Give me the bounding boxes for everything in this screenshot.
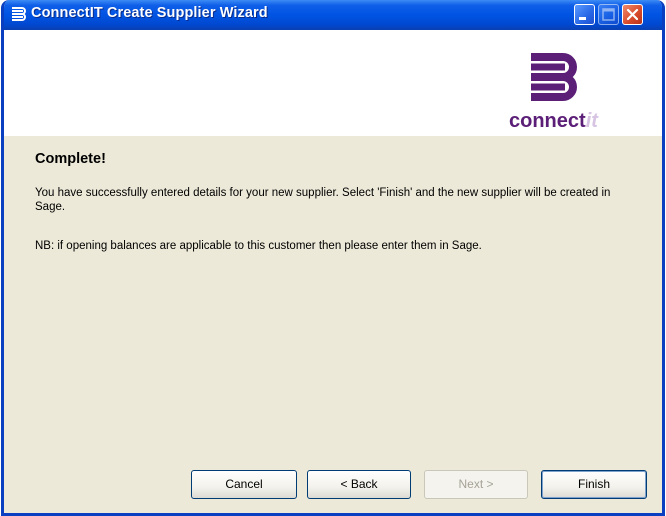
close-icon bbox=[626, 8, 639, 21]
window-title: ConnectIT Create Supplier Wizard bbox=[31, 5, 268, 21]
cancel-button[interactable]: Cancel bbox=[191, 470, 297, 499]
wizard-header: connectit bbox=[4, 30, 662, 136]
finish-button[interactable]: Finish bbox=[541, 470, 647, 499]
app-icon bbox=[9, 5, 27, 23]
stacked-lines-icon bbox=[531, 53, 577, 101]
title-bar[interactable]: ConnectIT Create Supplier Wizard bbox=[4, 0, 662, 30]
close-button[interactable] bbox=[622, 4, 643, 25]
connectit-logo: connectit bbox=[501, 48, 631, 138]
next-button: Next > bbox=[424, 470, 528, 499]
wizard-window: ConnectIT Create Supplier Wizard connect… bbox=[1, 0, 665, 516]
back-button[interactable]: < Back bbox=[307, 470, 411, 499]
minimize-button[interactable] bbox=[574, 4, 595, 25]
minimize-icon bbox=[579, 17, 586, 20]
logo-wordmark: connectit bbox=[509, 110, 598, 132]
maximize-icon bbox=[602, 8, 615, 21]
page-heading: Complete! bbox=[35, 151, 106, 167]
opening-balances-note: NB: if opening balances are applicable t… bbox=[35, 240, 482, 252]
completion-message: You have successfully entered details fo… bbox=[35, 187, 611, 213]
maximize-button bbox=[598, 4, 619, 25]
